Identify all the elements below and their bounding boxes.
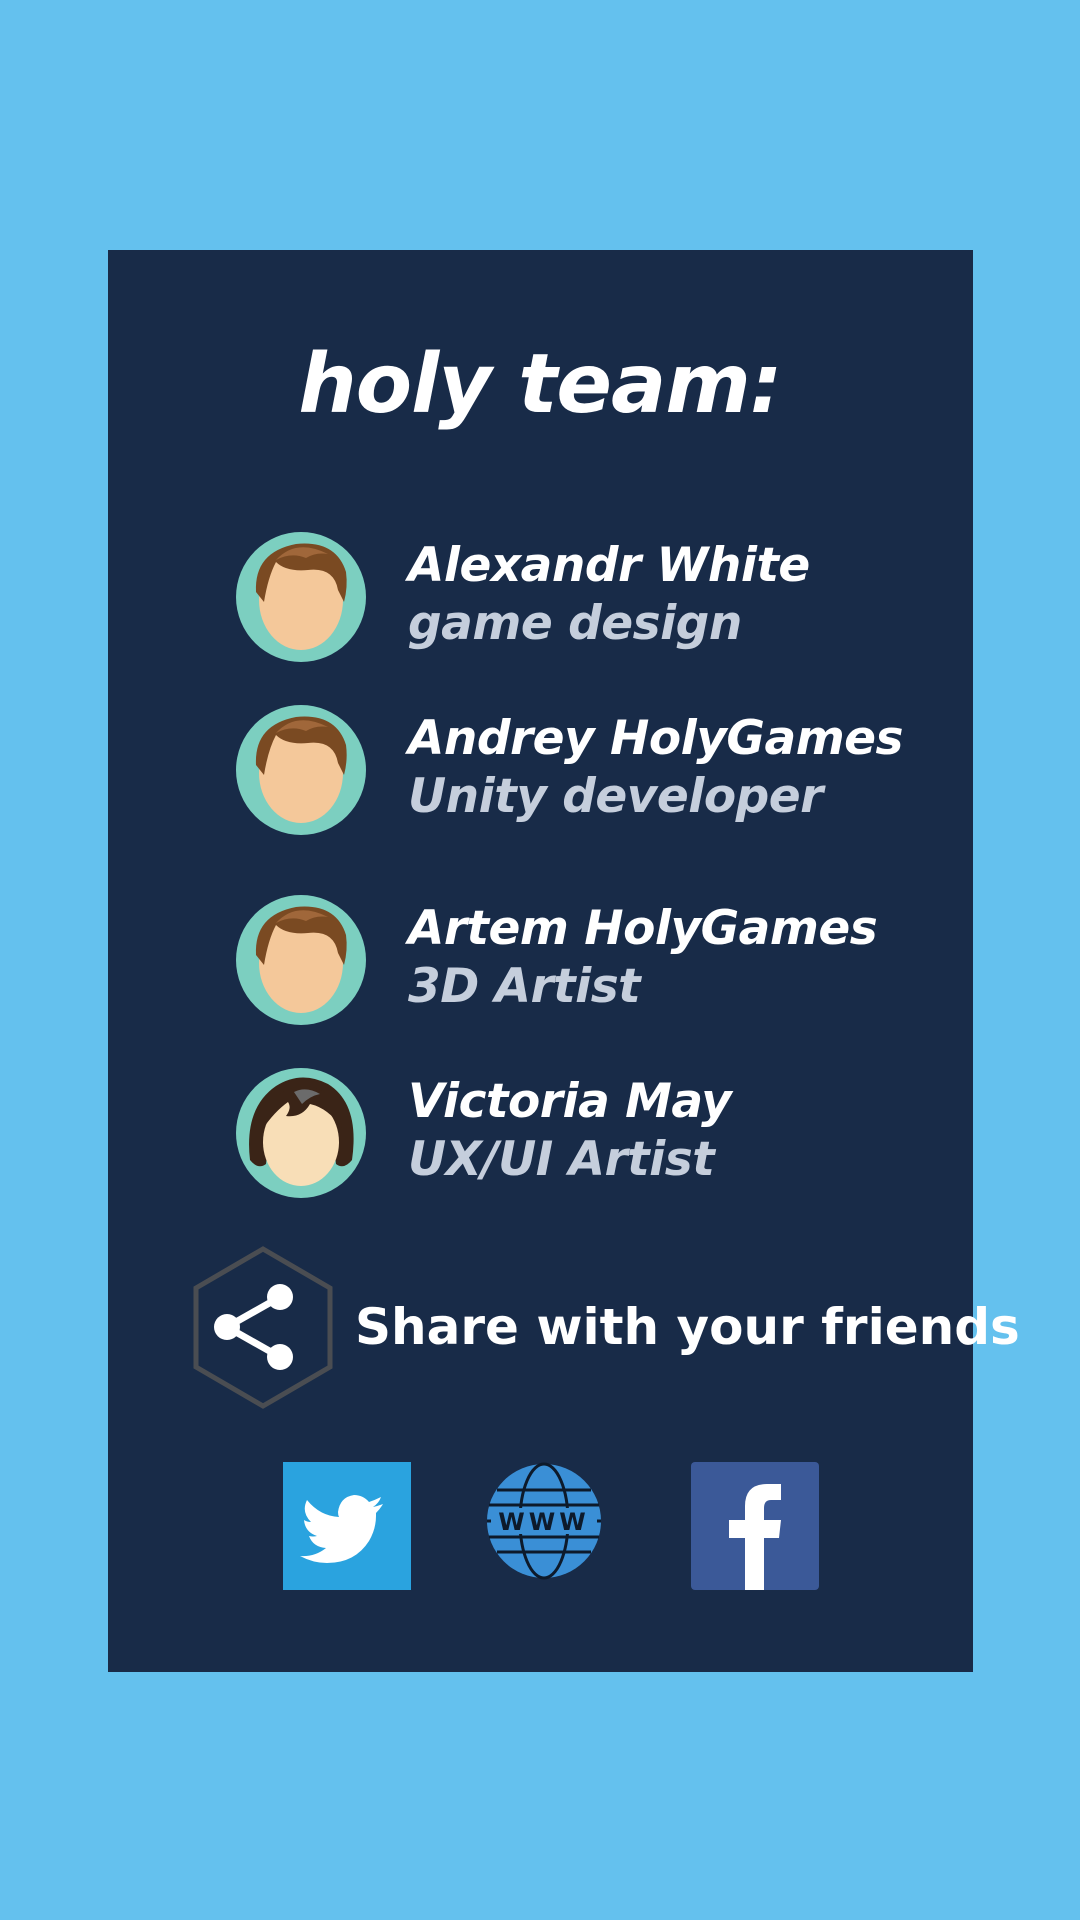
team-member: Andrey HolyGames Unity developer [236, 705, 976, 835]
member-name: Victoria May [408, 1074, 732, 1129]
facebook-button[interactable] [691, 1462, 819, 1590]
share-icon [190, 1245, 336, 1410]
male-avatar-icon [236, 532, 366, 662]
team-member: Victoria May UX/UI Artist [236, 1068, 976, 1198]
member-name: Alexandr White [408, 538, 810, 593]
member-role: game design [408, 596, 742, 651]
member-role: UX/UI Artist [408, 1132, 715, 1187]
female-avatar-icon [236, 1068, 366, 1198]
twitter-button[interactable] [283, 1462, 411, 1590]
member-role: 3D Artist [408, 959, 641, 1014]
website-label: WWW [498, 1508, 589, 1536]
twitter-icon [283, 1462, 411, 1590]
team-member: Artem HolyGames 3D Artist [236, 895, 976, 1025]
website-button[interactable]: WWW [485, 1462, 613, 1590]
share-label: Share with your friends [355, 1298, 1020, 1356]
share-button[interactable]: Share with your friends [190, 1245, 1020, 1410]
team-member: Alexandr White game design [236, 532, 976, 662]
facebook-icon [691, 1462, 819, 1590]
page-title: holy team: [298, 337, 782, 432]
member-role: Unity developer [408, 769, 823, 824]
male-avatar-icon [236, 705, 366, 835]
member-name: Artem HolyGames [408, 901, 878, 956]
www-globe-icon: WWW [487, 1462, 601, 1580]
member-name: Andrey HolyGames [408, 711, 904, 766]
male-avatar-icon [236, 895, 366, 1025]
